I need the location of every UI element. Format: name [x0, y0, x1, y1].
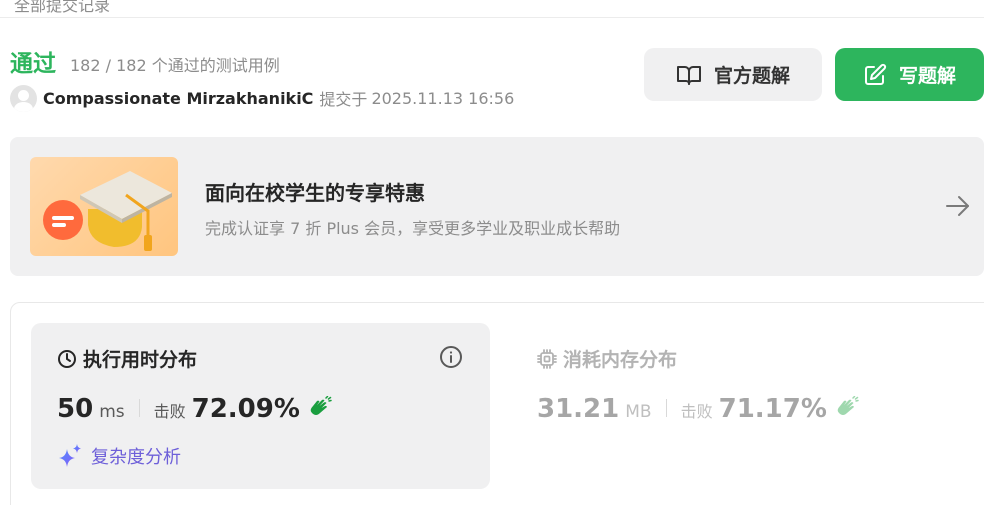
- info-icon[interactable]: [439, 345, 463, 369]
- runtime-beats-label: 击败: [153, 402, 186, 421]
- submitted-time: 2025.11.13 16:56: [371, 88, 515, 108]
- clap-icon: [310, 396, 332, 415]
- sparkle-icon: [59, 444, 81, 467]
- runtime-beats-percent: 72.09%: [191, 394, 300, 424]
- runtime-unit: ms: [99, 402, 125, 422]
- edit-icon: [864, 63, 887, 85]
- memory-unit: MB: [625, 402, 652, 422]
- official-solution-label: 官方题解: [713, 65, 790, 87]
- divider: [665, 399, 667, 417]
- student-promo-banner[interactable]: 面向在校学生的专享特惠 完成认证享 7 折 Plus 会员，享受更多学业及职业成…: [10, 137, 984, 276]
- promo-subtitle: 完成认证享 7 折 Plus 会员，享受更多学业及职业成长帮助: [205, 219, 621, 238]
- avatar[interactable]: [10, 84, 37, 112]
- official-solution-button[interactable]: 官方题解: [644, 48, 822, 101]
- arrow-right-icon[interactable]: [945, 194, 971, 218]
- clock-icon: [58, 349, 76, 368]
- chip-icon: [537, 348, 557, 369]
- result-status-row: 通过 182 / 182 个通过的测试用例: [10, 44, 280, 78]
- clap-icon: [837, 396, 859, 415]
- memory-beats-label: 击败: [680, 402, 713, 421]
- memory-beats-percent: 71.17%: [718, 394, 827, 424]
- memory-title[interactable]: 消耗内存分布: [537, 345, 677, 372]
- test-cases-summary: 182 / 182 个通过的测试用例: [70, 56, 280, 75]
- write-solution-label: 写题解: [898, 65, 956, 87]
- submitted-label: 提交于: [319, 90, 368, 109]
- username[interactable]: Compassionate MirzakhanikiC: [43, 89, 313, 108]
- promo-title: 面向在校学生的专享特惠: [205, 181, 425, 205]
- runtime-value: 50: [57, 394, 94, 424]
- memory-metric: 31.21 MB 击败 71.17%: [537, 394, 859, 424]
- memory-title-label: 消耗内存分布: [563, 349, 678, 371]
- book-open-icon: [676, 65, 701, 85]
- runtime-title-label: 执行用时分布: [83, 349, 198, 371]
- write-solution-button[interactable]: 写题解: [835, 48, 984, 101]
- divider: [138, 399, 140, 417]
- complexity-analysis-label: 复杂度分析: [91, 447, 181, 468]
- runtime-title[interactable]: 执行用时分布: [57, 345, 197, 372]
- graduation-cap-illustration: [30, 157, 178, 256]
- runtime-metric: 50 ms 击败 72.09%: [57, 394, 332, 424]
- divider: [0, 17, 984, 18]
- memory-value: 31.21: [537, 394, 620, 424]
- submitter-info: Compassionate MirzakhanikiC 提交于 2025.11.…: [10, 84, 514, 112]
- status-accepted: 通过: [10, 51, 56, 77]
- complexity-analysis-link[interactable]: 复杂度分析: [57, 443, 181, 469]
- all-submissions-link[interactable]: 全部提交记录: [14, 0, 110, 16]
